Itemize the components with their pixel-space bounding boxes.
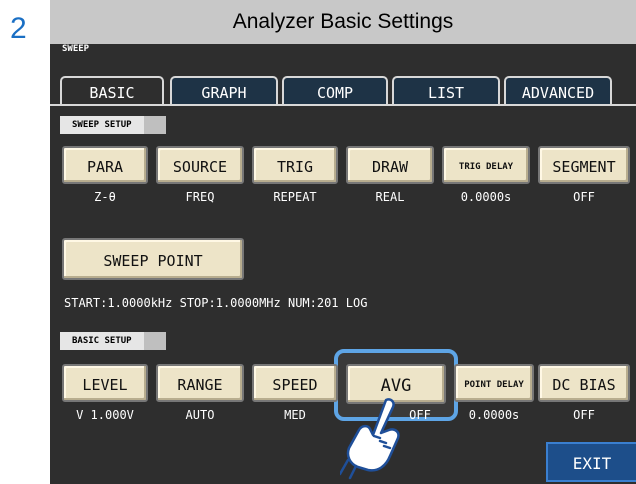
tab-comp[interactable]: COMP — [282, 76, 388, 106]
sweep-point-info: START:1.0000kHz STOP:1.0000MHz NUM:201 L… — [64, 296, 368, 310]
trig-delay-button[interactable]: TRIG DELAY — [442, 146, 530, 184]
sweep-label: SWEEP — [62, 44, 90, 54]
speed-button[interactable]: SPEED — [252, 364, 338, 402]
tab-advanced[interactable]: ADVANCED — [504, 76, 612, 106]
tab-underline — [50, 104, 636, 106]
page-title: Analyzer Basic Settings — [50, 0, 636, 44]
dc-bias-value: OFF — [573, 408, 595, 422]
level-button[interactable]: LEVEL — [62, 364, 148, 402]
draw-button[interactable]: DRAW — [346, 146, 434, 184]
point-delay-button[interactable]: POINT DELAY — [454, 364, 534, 402]
dc-bias-button[interactable]: DC BIAS — [538, 364, 630, 402]
tab-list[interactable]: LIST — [392, 76, 500, 106]
sweep-setup-header: SWEEP SETUP — [60, 116, 166, 134]
segment-button[interactable]: SEGMENT — [538, 146, 630, 184]
trig-delay-value: 0.0000s — [460, 190, 512, 204]
segment-value: OFF — [573, 190, 595, 204]
analyzer-screen: SWEEP BASIC GRAPH COMP LIST ADVANCED SWE… — [50, 44, 636, 484]
range-button[interactable]: RANGE — [156, 364, 244, 402]
trig-button[interactable]: TRIG — [252, 146, 338, 184]
basic-setup-header: BASIC SETUP — [60, 332, 166, 350]
para-value: Z-θ — [94, 190, 116, 204]
tab-graph[interactable]: GRAPH — [170, 76, 278, 106]
trig-value: REPEAT — [273, 190, 317, 204]
tab-basic[interactable]: BASIC — [60, 76, 164, 106]
pointing-hand-icon — [340, 398, 400, 480]
source-button[interactable]: SOURCE — [156, 146, 244, 184]
source-value: FREQ — [185, 190, 215, 204]
level-value: V 1.000V — [76, 408, 134, 422]
step-number: 2 — [10, 12, 27, 45]
point-delay-value: 0.0000s — [468, 408, 520, 422]
para-button[interactable]: PARA — [62, 146, 148, 184]
speed-value: MED — [284, 408, 306, 422]
sweep-point-button[interactable]: SWEEP POINT — [62, 238, 244, 280]
range-value: AUTO — [185, 408, 215, 422]
exit-button[interactable]: EXIT — [546, 442, 636, 482]
draw-value: REAL — [375, 190, 405, 204]
